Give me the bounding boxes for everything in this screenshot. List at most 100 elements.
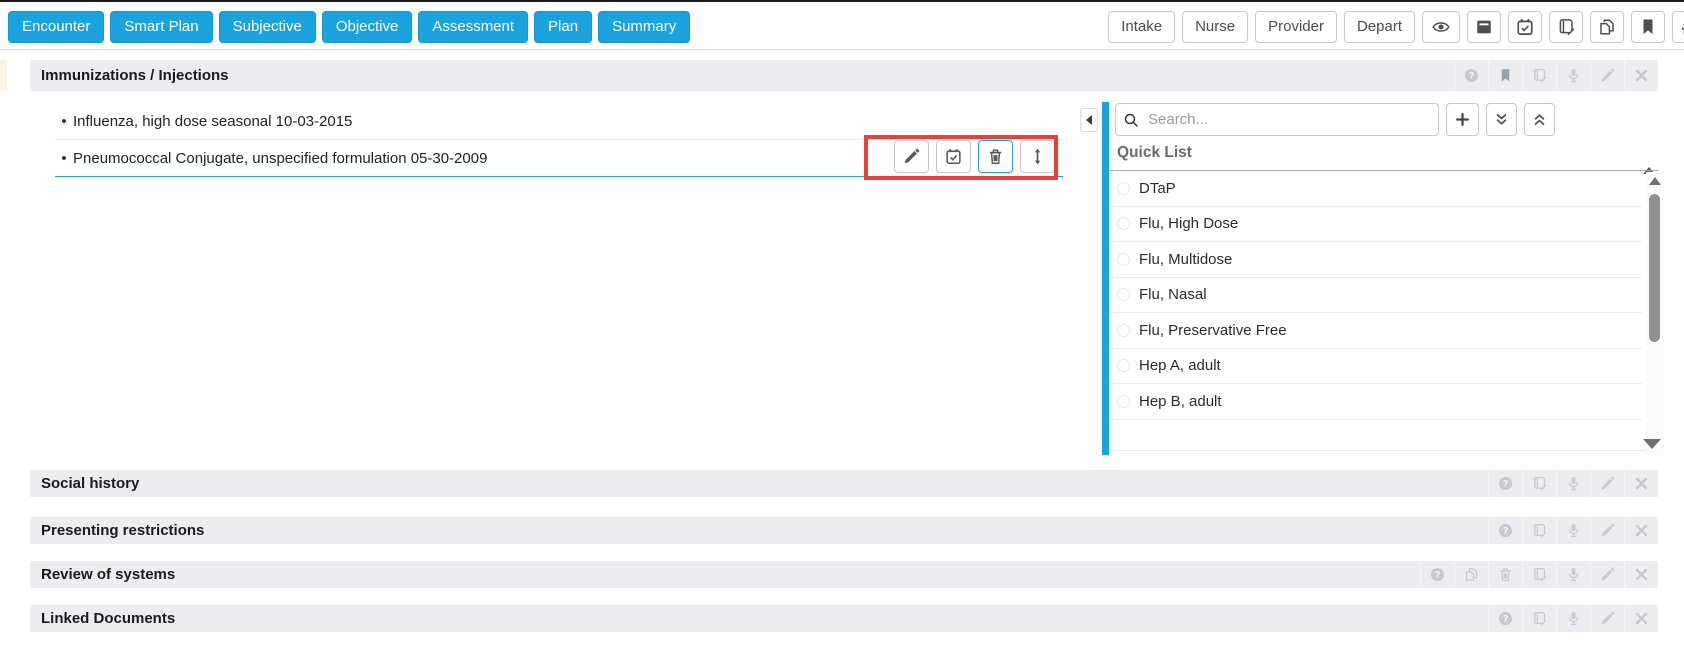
nav-tab[interactable]: Summary bbox=[598, 11, 690, 43]
pencil-button[interactable] bbox=[1590, 470, 1624, 497]
archive-button[interactable] bbox=[1467, 11, 1501, 43]
bookmark-button[interactable] bbox=[1488, 60, 1522, 91]
pencil-button[interactable] bbox=[1590, 605, 1624, 632]
close-button[interactable] bbox=[1624, 60, 1658, 91]
stage-button[interactable]: Intake bbox=[1108, 11, 1175, 43]
help-icon bbox=[1498, 523, 1513, 538]
book-icon bbox=[1532, 523, 1547, 538]
calendar-check-button[interactable] bbox=[1508, 11, 1542, 43]
scroll-up-icon[interactable] bbox=[1649, 177, 1661, 185]
section-header-review-of-systems[interactable]: Review of systems bbox=[30, 561, 1658, 588]
microphone-button[interactable] bbox=[1556, 470, 1590, 497]
eye-button[interactable] bbox=[1422, 11, 1460, 43]
nav-tab[interactable]: Assessment bbox=[418, 11, 528, 43]
section-title: Review of systems bbox=[30, 566, 175, 583]
stage-button[interactable]: Depart bbox=[1344, 11, 1415, 43]
radio-circle-icon bbox=[1117, 359, 1130, 372]
scrollbar-thumb[interactable] bbox=[1649, 194, 1660, 342]
plus-icon bbox=[1454, 111, 1471, 128]
microphone-button[interactable] bbox=[1556, 605, 1590, 632]
book-icon bbox=[1532, 476, 1547, 491]
copy-button[interactable] bbox=[1454, 561, 1488, 588]
stage-button[interactable]: Nurse bbox=[1182, 11, 1248, 43]
bullet-icon bbox=[55, 113, 73, 130]
close-icon bbox=[1634, 476, 1649, 491]
quick-list-collapse-caret[interactable] bbox=[1643, 150, 1655, 168]
pencil-icon bbox=[1600, 567, 1615, 582]
quick-list-item-label: Flu, High Dose bbox=[1139, 215, 1238, 232]
close-button[interactable] bbox=[1624, 517, 1658, 544]
book-button[interactable] bbox=[1522, 561, 1556, 588]
radio-circle-icon bbox=[1117, 217, 1130, 230]
quick-list-item-label: DTaP bbox=[1139, 180, 1176, 197]
book-button[interactable] bbox=[1522, 517, 1556, 544]
quick-list-item[interactable]: Flu, Multidose bbox=[1109, 242, 1642, 278]
move-row-button[interactable] bbox=[1020, 140, 1055, 173]
quick-list-item[interactable]: Flu, Nasal bbox=[1109, 278, 1642, 314]
nav-tab[interactable]: Plan bbox=[534, 11, 592, 43]
add-button[interactable] bbox=[1446, 103, 1479, 136]
immunization-row[interactable]: Influenza, high dose seasonal 10-03-2015 bbox=[55, 103, 1063, 140]
quick-list-scrollbar[interactable] bbox=[1646, 172, 1664, 455]
quick-list-item[interactable]: Flu, High Dose bbox=[1109, 207, 1642, 243]
topbar-right-group: Intake Nurse Provider Depart bbox=[1108, 11, 1684, 43]
close-button[interactable] bbox=[1624, 561, 1658, 588]
help-button[interactable] bbox=[1488, 470, 1522, 497]
app-window: ? bbox=[0, 0, 1684, 649]
section-header-linked-documents[interactable]: Linked Documents bbox=[30, 605, 1658, 632]
quick-list-item[interactable]: Hep B, adult bbox=[1109, 384, 1642, 420]
help-icon bbox=[1464, 68, 1479, 83]
stage-button[interactable]: Provider bbox=[1255, 11, 1337, 43]
expand-all-button[interactable] bbox=[1486, 103, 1517, 136]
calendar-row-button[interactable] bbox=[936, 140, 971, 173]
bookmark-icon bbox=[1498, 68, 1513, 83]
help-button[interactable] bbox=[1454, 60, 1488, 91]
close-button[interactable] bbox=[1624, 605, 1658, 632]
book-button[interactable] bbox=[1549, 11, 1583, 43]
calendar-check-icon bbox=[945, 148, 962, 165]
nav-tab[interactable]: Subjective bbox=[219, 11, 316, 43]
close-button[interactable] bbox=[1624, 470, 1658, 497]
pencil-button[interactable] bbox=[1590, 561, 1624, 588]
book-button[interactable] bbox=[1522, 470, 1556, 497]
bookmark-button[interactable] bbox=[1631, 11, 1665, 43]
collapse-all-button[interactable] bbox=[1524, 103, 1555, 136]
copy-icon bbox=[1464, 567, 1479, 582]
pencil-icon bbox=[1600, 611, 1615, 626]
help-button[interactable] bbox=[1420, 561, 1454, 588]
edit-row-button[interactable] bbox=[894, 140, 929, 173]
help-button[interactable] bbox=[1488, 517, 1522, 544]
nav-tab[interactable]: Smart Plan bbox=[110, 11, 212, 43]
quick-list-item-label: Flu, Multidose bbox=[1139, 251, 1232, 268]
quick-list-item-label: Hep A, adult bbox=[1139, 357, 1221, 374]
section-header-social-history[interactable]: Social history bbox=[30, 470, 1658, 497]
quick-list-item[interactable]: Flu, Preservative Free bbox=[1109, 313, 1642, 349]
help-button[interactable] bbox=[1488, 605, 1522, 632]
panel-collapse-button[interactable] bbox=[1080, 108, 1098, 132]
pencil-icon bbox=[1600, 476, 1615, 491]
quick-list-title: Quick List bbox=[1117, 144, 1192, 162]
nav-tab[interactable]: Encounter bbox=[8, 11, 104, 43]
section-header-immunizations[interactable]: Immunizations / Injections bbox=[30, 60, 1658, 91]
microphone-button[interactable] bbox=[1556, 561, 1590, 588]
section-header-icons bbox=[1488, 470, 1658, 497]
microphone-button[interactable] bbox=[1556, 517, 1590, 544]
book-button[interactable] bbox=[1522, 60, 1556, 91]
scroll-down-icon[interactable] bbox=[1643, 439, 1661, 449]
trash-button[interactable] bbox=[1488, 561, 1522, 588]
book-button[interactable] bbox=[1522, 605, 1556, 632]
pencil-button[interactable] bbox=[1590, 517, 1624, 544]
radio-circle-icon bbox=[1117, 288, 1130, 301]
settings-gears-button[interactable] bbox=[1672, 11, 1684, 43]
delete-row-button[interactable] bbox=[978, 140, 1013, 173]
copy-button[interactable] bbox=[1590, 11, 1624, 43]
quick-list-item[interactable]: Hep A, adult bbox=[1109, 349, 1642, 385]
nav-tab[interactable]: Objective bbox=[322, 11, 413, 43]
microphone-button[interactable] bbox=[1556, 60, 1590, 91]
section-title: Immunizations / Injections bbox=[30, 67, 229, 84]
quick-list-item[interactable]: DTaP bbox=[1109, 171, 1642, 207]
section-header-presenting-restrictions[interactable]: Presenting restrictions bbox=[30, 517, 1658, 544]
double-chevron-up-icon bbox=[1531, 111, 1548, 128]
search-input[interactable] bbox=[1146, 110, 1438, 129]
pencil-button[interactable] bbox=[1590, 60, 1624, 91]
